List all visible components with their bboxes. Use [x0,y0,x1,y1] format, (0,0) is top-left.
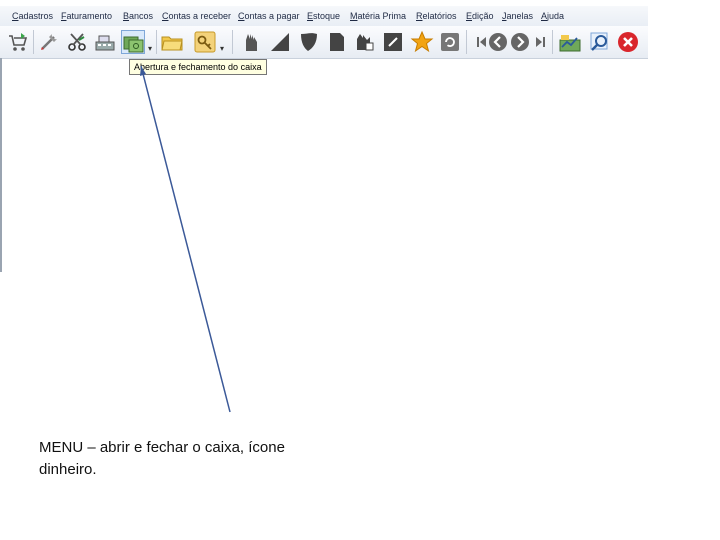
toolbar-separator [232,30,233,54]
menu-ajuda[interactable]: Ajuda [541,10,564,22]
shield-shape-icon[interactable] [297,30,321,54]
toolbar: ▾ ▾ [0,26,648,59]
last-icon[interactable] [528,30,552,54]
menu-contas-a-receber[interactable]: Contas a receber [162,10,231,22]
menu-edicao[interactable]: Edição [466,10,494,22]
menu-relatorios[interactable]: Relatórios [416,10,457,22]
scissors-icon[interactable] [65,30,89,54]
document-shape-icon[interactable] [325,30,349,54]
menu-materia-prima[interactable]: Matéria Prima [350,10,406,22]
chart-icon[interactable] [558,30,582,54]
money-icon[interactable] [121,30,145,54]
close-icon[interactable] [616,30,640,54]
previous-icon[interactable] [486,30,510,54]
key-icon[interactable] [193,30,217,54]
menu-cadastros[interactable]: Cadastros [12,10,53,22]
chevron-down-icon[interactable]: ▾ [148,44,152,53]
menu-faturamento[interactable]: Faturamento [61,10,112,22]
caption-line-1: MENU – abrir e fechar o caixa, ícone [39,439,285,456]
cart-icon[interactable] [6,30,30,54]
star-icon[interactable] [410,30,434,54]
toolbar-separator [33,30,34,54]
menu-bancos[interactable]: Bancos [123,10,153,22]
tooltip: Abertura e fechamento do caixa [129,59,267,75]
triangle-shape-icon[interactable] [268,30,292,54]
search-icon[interactable] [588,30,612,54]
caption-text: MENU – abrir e fechar o caixa, ícone din… [39,437,339,481]
tools-icon[interactable] [37,30,61,54]
menu-bar: Cadastros Faturamento Bancos Contas a re… [0,6,648,27]
menu-contas-a-pagar[interactable]: Contas a pagar [238,10,300,22]
window-left-border [0,58,2,272]
hand-write-icon[interactable] [353,30,377,54]
menu-estoque[interactable]: Estoque [307,10,340,22]
toolbar-separator [552,30,553,54]
caption-line-2: dinheiro. [39,461,97,478]
hand-icon[interactable] [240,30,264,54]
menu-janelas[interactable]: Janelas [502,10,533,22]
toolbar-separator [156,30,157,54]
edit-icon[interactable] [381,30,405,54]
chevron-down-icon[interactable]: ▾ [220,44,224,53]
refresh-icon[interactable] [438,30,462,54]
application-window: Cadastros Faturamento Bancos Contas a re… [0,0,648,272]
cash-register-icon[interactable] [93,30,117,54]
folder-icon[interactable] [160,30,184,54]
toolbar-separator [466,30,467,54]
